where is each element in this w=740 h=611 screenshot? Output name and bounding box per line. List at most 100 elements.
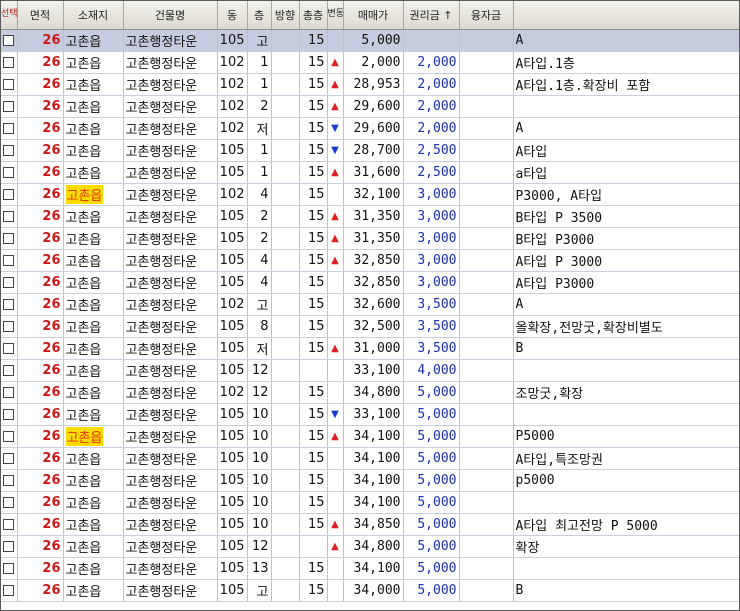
location-cell[interactable]: 고촌읍 <box>63 359 124 382</box>
location-cell[interactable]: 고촌읍 <box>63 425 124 448</box>
premium-cell[interactable]: 3,000 <box>403 183 460 206</box>
row-checkbox[interactable] <box>3 166 15 178</box>
memo-cell[interactable]: A타입 P3000 <box>513 271 739 294</box>
building-cell[interactable]: 고촌행정타운 <box>123 337 218 360</box>
dong-cell[interactable]: 105 <box>217 271 248 294</box>
trend-cell[interactable] <box>327 271 344 294</box>
table-row[interactable]: 26 고촌읍 고촌행정타운 102 12 15 34,800 5,000 조망굿,확장 <box>1 381 739 404</box>
total-floors-cell[interactable]: 15 <box>299 227 328 250</box>
floor-cell[interactable]: 1 <box>247 139 272 162</box>
select-checkbox-cell[interactable] <box>1 227 18 250</box>
table-row[interactable]: 26 고촌읍 고촌행정타운 102 2 15 ▲ 29,600 2,000 <box>1 95 739 118</box>
total-floors-cell[interactable]: 15 <box>299 73 328 96</box>
row-checkbox[interactable] <box>3 34 15 46</box>
memo-cell[interactable]: 조망굿,확장 <box>513 381 739 404</box>
row-checkbox[interactable] <box>3 386 15 398</box>
sale-price-cell[interactable]: 34,100 <box>343 491 404 514</box>
premium-cell[interactable]: 5,000 <box>403 447 460 470</box>
loan-cell[interactable] <box>459 425 514 448</box>
location-cell[interactable]: 고촌읍 <box>63 403 124 426</box>
memo-cell[interactable]: A <box>513 117 739 140</box>
area-cell[interactable]: 26 <box>17 579 64 602</box>
table-row[interactable]: 26 고촌읍 고촌행정타운 102 1 15 ▲ 2,000 2,000 A타입.1층 <box>1 51 739 74</box>
floor-cell[interactable]: 2 <box>247 227 272 250</box>
memo-cell[interactable]: A타입 P 3000 <box>513 249 739 272</box>
premium-cell[interactable]: 2,000 <box>403 95 460 118</box>
premium-cell[interactable]: 5,000 <box>403 469 460 492</box>
building-cell[interactable]: 고촌행정타운 <box>123 447 218 470</box>
column-header-dong[interactable]: 동 <box>217 1 248 30</box>
sale-price-cell[interactable]: 32,850 <box>343 271 404 294</box>
trend-cell[interactable]: ▼ <box>327 139 344 162</box>
dong-cell[interactable]: 105 <box>217 161 248 184</box>
trend-cell[interactable] <box>327 579 344 602</box>
trend-cell[interactable]: ▲ <box>327 73 344 96</box>
memo-cell[interactable]: A타입 최고전망 P 5000 <box>513 513 739 536</box>
area-cell[interactable]: 26 <box>17 381 64 404</box>
total-floors-cell[interactable]: 15 <box>299 249 328 272</box>
trend-cell[interactable]: ▲ <box>327 249 344 272</box>
column-header-location[interactable]: 소재지 <box>63 1 124 30</box>
row-checkbox[interactable] <box>3 254 15 266</box>
building-cell[interactable]: 고촌행정타운 <box>123 293 218 316</box>
dong-cell[interactable]: 105 <box>217 491 248 514</box>
loan-cell[interactable] <box>459 513 514 536</box>
floor-cell[interactable]: 4 <box>247 249 272 272</box>
loan-cell[interactable] <box>459 447 514 470</box>
floor-cell[interactable]: 저 <box>247 117 272 140</box>
area-cell[interactable]: 26 <box>17 249 64 272</box>
memo-cell[interactable] <box>513 95 739 118</box>
area-cell[interactable]: 26 <box>17 227 64 250</box>
dong-cell[interactable]: 102 <box>217 183 248 206</box>
area-cell[interactable]: 26 <box>17 447 64 470</box>
loan-cell[interactable] <box>459 403 514 426</box>
floor-cell[interactable]: 12 <box>247 359 272 382</box>
table-row[interactable]: 26 고촌읍 고촌행정타운 105 12 33,100 4,000 <box>1 359 739 382</box>
area-cell[interactable]: 26 <box>17 557 64 580</box>
row-checkbox[interactable] <box>3 342 15 354</box>
trend-cell[interactable]: ▲ <box>327 513 344 536</box>
floor-cell[interactable]: 고 <box>247 293 272 316</box>
dong-cell[interactable]: 105 <box>217 227 248 250</box>
area-cell[interactable]: 26 <box>17 513 64 536</box>
building-cell[interactable]: 고촌행정타운 <box>123 271 218 294</box>
dong-cell[interactable]: 105 <box>217 249 248 272</box>
row-checkbox[interactable] <box>3 562 15 574</box>
direction-cell[interactable] <box>271 359 300 382</box>
table-row[interactable]: 26 고촌읍 고촌행정타운 105 저 15 ▲ 31,000 3,500 B <box>1 337 739 360</box>
total-floors-cell[interactable]: 15 <box>299 293 328 316</box>
direction-cell[interactable] <box>271 337 300 360</box>
direction-cell[interactable] <box>271 205 300 228</box>
premium-cell[interactable]: 4,000 <box>403 359 460 382</box>
memo-cell[interactable]: A타입.1층 <box>513 51 739 74</box>
direction-cell[interactable] <box>271 557 300 580</box>
premium-cell[interactable]: 5,000 <box>403 403 460 426</box>
floor-cell[interactable]: 13 <box>247 557 272 580</box>
trend-cell[interactable] <box>327 491 344 514</box>
location-cell[interactable]: 고촌읍 <box>63 139 124 162</box>
memo-cell[interactable] <box>513 403 739 426</box>
dong-cell[interactable]: 102 <box>217 293 248 316</box>
building-cell[interactable]: 고촌행정타운 <box>123 51 218 74</box>
sale-price-cell[interactable]: 34,100 <box>343 447 404 470</box>
select-checkbox-cell[interactable] <box>1 117 18 140</box>
sale-price-cell[interactable]: 34,800 <box>343 381 404 404</box>
column-header-area[interactable]: 면적 <box>17 1 64 30</box>
memo-cell[interactable]: A <box>513 29 739 52</box>
direction-cell[interactable] <box>271 249 300 272</box>
building-cell[interactable]: 고촌행정타운 <box>123 315 218 338</box>
select-checkbox-cell[interactable] <box>1 535 18 558</box>
trend-cell[interactable]: ▲ <box>327 95 344 118</box>
location-cell[interactable]: 고촌읍 <box>63 271 124 294</box>
total-floors-cell[interactable]: 15 <box>299 557 328 580</box>
location-cell[interactable]: 고촌읍 <box>63 205 124 228</box>
row-checkbox[interactable] <box>3 276 15 288</box>
direction-cell[interactable] <box>271 491 300 514</box>
premium-cell[interactable]: 5,000 <box>403 381 460 404</box>
sale-price-cell[interactable]: 34,100 <box>343 425 404 448</box>
table-row[interactable]: 26 고촌읍 고촌행정타운 105 4 15 ▲ 32,850 3,000 A타입 P 3000 <box>1 249 739 272</box>
select-checkbox-cell[interactable] <box>1 557 18 580</box>
trend-cell[interactable]: ▲ <box>327 535 344 558</box>
select-checkbox-cell[interactable] <box>1 95 18 118</box>
area-cell[interactable]: 26 <box>17 95 64 118</box>
